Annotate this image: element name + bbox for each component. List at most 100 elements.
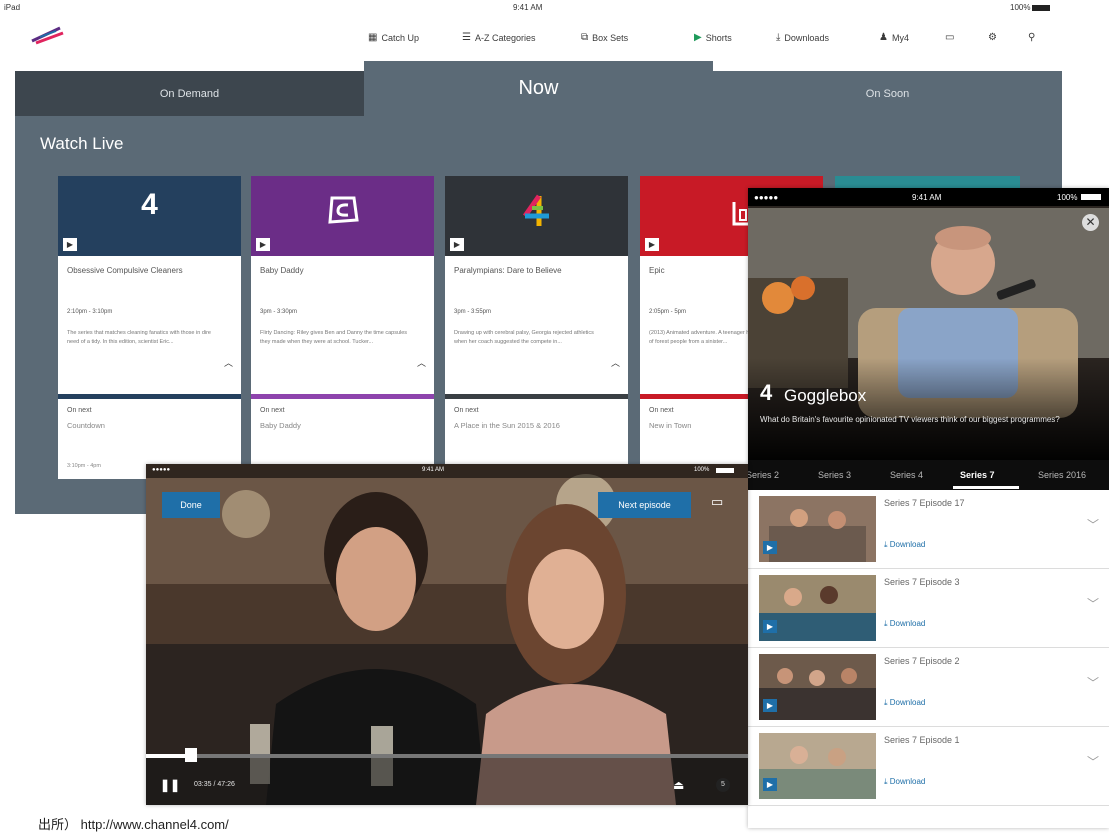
done-button[interactable]: Done (162, 492, 220, 518)
chevron-down-icon[interactable]: ﹀ (1087, 595, 1099, 612)
nav-my4[interactable]: ♟ My4 (879, 32, 909, 43)
pause-icon[interactable]: ❚❚ (160, 778, 180, 792)
nav-downloads[interactable]: ⤓ Downloads (776, 32, 829, 43)
play-icon[interactable]: ▶ (763, 541, 777, 554)
section-title: Watch Live (40, 134, 124, 153)
programme-description: Drawing up with cerebral palsy, Georgia … (454, 330, 594, 345)
programme-time: 3pm - 3:30pm (260, 309, 298, 315)
next-programme: A Place in the Sun 2015 & 2016 (454, 421, 560, 430)
download-label: Download (889, 777, 926, 786)
episode-thumbnail[interactable]: ▶ (759, 575, 876, 641)
calendar-icon: ▦ (368, 32, 378, 43)
nav-label: Box Sets (592, 32, 629, 43)
download-link[interactable]: ⤓ Download (884, 619, 925, 629)
play-icon[interactable]: ▶ (256, 238, 270, 251)
play-icon[interactable]: ▶ (763, 699, 777, 712)
on-next-label: On next (649, 407, 674, 414)
nav-label: Catch Up (381, 32, 419, 43)
on-next-label: On next (454, 407, 479, 414)
episode-row[interactable]: ▶ Series 7 Episode 2 ⤓ Download ﹀ (748, 648, 1109, 727)
box-sets-icon: ⧉ (581, 32, 589, 43)
play-icon[interactable]: ▶ (763, 620, 777, 633)
list-icon: ☰ (462, 32, 471, 43)
play-icon[interactable]: ▶ (645, 238, 659, 251)
now-showing: Paralympians: Dare to Believe 3pm - 3:55… (445, 256, 628, 394)
download-icon: ⤓ (776, 32, 781, 43)
download-link[interactable]: ⤓ Download (884, 777, 925, 787)
search-icon: ⚲ (1028, 32, 1036, 43)
video-player-screen[interactable]: ●●●●● 9:41 AM 100% Done Next episode ▭ ❚… (146, 464, 748, 805)
tab-series-2[interactable]: Series 2 (748, 470, 779, 480)
cast-button[interactable]: ▭ (945, 32, 954, 43)
tab-on-soon[interactable]: On Soon (713, 71, 1062, 116)
tab-series-2016[interactable]: Series 2016 (1038, 470, 1086, 480)
chevron-up-icon[interactable]: ︿ (224, 356, 233, 369)
nav-catch-up[interactable]: ▦ Catch Up (368, 32, 419, 43)
chevron-down-icon[interactable]: ﹀ (1087, 753, 1099, 770)
channel-card-e4[interactable]: ▶ Baby Daddy 3pm - 3:30pm Flirty Dancing… (251, 176, 434, 479)
airplay-icon[interactable]: ⏏ (673, 778, 684, 792)
tab-on-demand[interactable]: On Demand (15, 71, 364, 116)
download-link[interactable]: ⤓ Download (884, 540, 925, 550)
nav-box-sets[interactable]: ⧉ Box Sets (581, 32, 628, 43)
settings-button[interactable]: ⚙ (988, 32, 997, 43)
chevron-down-icon[interactable]: ﹀ (1087, 674, 1099, 691)
tab-series-3[interactable]: Series 3 (818, 470, 851, 480)
show-description: What do Britain's favourite opinionated … (760, 415, 1060, 424)
channel-card-more4[interactable]: ▶ Paralympians: Dare to Believe 3pm - 3:… (445, 176, 628, 479)
channel-thumbnail[interactable]: 4 ▶ (58, 176, 241, 256)
programme-time: 2:05pm - 5pm (649, 309, 687, 315)
next-programme: Countdown (67, 421, 105, 430)
tab-now[interactable]: Now (364, 61, 713, 116)
tab-series-4[interactable]: Series 4 (890, 470, 923, 480)
programme-description: The series that matches cleaning fanatic… (67, 330, 211, 345)
now-showing: Obsessive Compulsive Cleaners 2:10pm - 3… (58, 256, 241, 394)
episode-thumbnail[interactable]: ▶ (759, 654, 876, 720)
chevron-up-icon[interactable]: ︿ (417, 356, 426, 369)
source-caption: 出所） http://www.channel4.com/ (38, 817, 229, 832)
gear-icon: ⚙ (988, 32, 997, 43)
close-button[interactable]: ✕ (1082, 214, 1099, 231)
age-rating-badge: 5 (716, 778, 730, 792)
play-icon[interactable]: ▶ (63, 238, 77, 251)
nav-shorts[interactable]: ▶ Shorts (694, 32, 732, 43)
channel4-logo: 4 (141, 188, 158, 221)
episode-title: Series 7 Episode 17 (884, 498, 965, 508)
battery-icon (716, 468, 734, 473)
download-link[interactable]: ⤓ Download (884, 698, 925, 708)
scrub-handle[interactable] (185, 748, 198, 762)
progress-bar[interactable] (146, 748, 748, 762)
download-icon: ⤓ (884, 777, 888, 786)
status-time: 9:41 AM (912, 193, 942, 202)
more4-logo (523, 194, 549, 226)
play-icon[interactable]: ▶ (763, 778, 777, 791)
chevron-up-icon[interactable]: ︿ (611, 356, 620, 369)
status-bar: ●●●●● 9:41 AM 100% (146, 464, 748, 478)
show-hero: ●●●●● 9:41 AM 100% ✕ 4 Gogglebox What do… (748, 188, 1109, 460)
episode-list-screen: ●●●●● 9:41 AM 100% ✕ 4 Gogglebox What do… (748, 188, 1109, 828)
episode-thumbnail[interactable]: ▶ (759, 496, 876, 562)
nav-a-z-categories[interactable]: ☰ A-Z Categories (462, 32, 536, 43)
search-button[interactable]: ⚲ (1028, 32, 1035, 43)
chevron-down-icon[interactable]: ﹀ (1087, 516, 1099, 533)
battery-icon (1032, 5, 1050, 11)
programme-title: Baby Daddy (260, 266, 304, 275)
episode-row[interactable]: ▶ Series 7 Episode 1 ⤓ Download ﹀ (748, 727, 1109, 806)
download-label: Download (889, 540, 926, 549)
play-icon[interactable]: ▶ (450, 238, 464, 251)
next-episode-button[interactable]: Next episode (598, 492, 691, 518)
status-carrier: ●●●●● (754, 193, 779, 202)
episode-row[interactable]: ▶ Series 7 Episode 3 ⤓ Download ﹀ (748, 569, 1109, 648)
programme-description: Flirty Dancing: Riley gives Ben and Dann… (260, 330, 408, 345)
channel4-logo[interactable] (30, 25, 66, 45)
channel-card-channel4[interactable]: 4 ▶ Obsessive Compulsive Cleaners 2:10pm… (58, 176, 241, 479)
tab-series-7[interactable]: Series 7 (960, 470, 995, 480)
play-icon: ▶ (694, 32, 702, 43)
episode-thumbnail[interactable]: ▶ (759, 733, 876, 799)
channel-thumbnail[interactable]: ▶ (445, 176, 628, 256)
channel-thumbnail[interactable]: ▶ (251, 176, 434, 256)
status-bar: ●●●●● 9:41 AM 100% (748, 188, 1109, 206)
episode-row[interactable]: ▶ Series 7 Episode 17 ⤓ Download ﹀ (748, 490, 1109, 569)
cast-icon[interactable]: ▭ (711, 494, 723, 510)
nav-label: Downloads (784, 32, 829, 43)
